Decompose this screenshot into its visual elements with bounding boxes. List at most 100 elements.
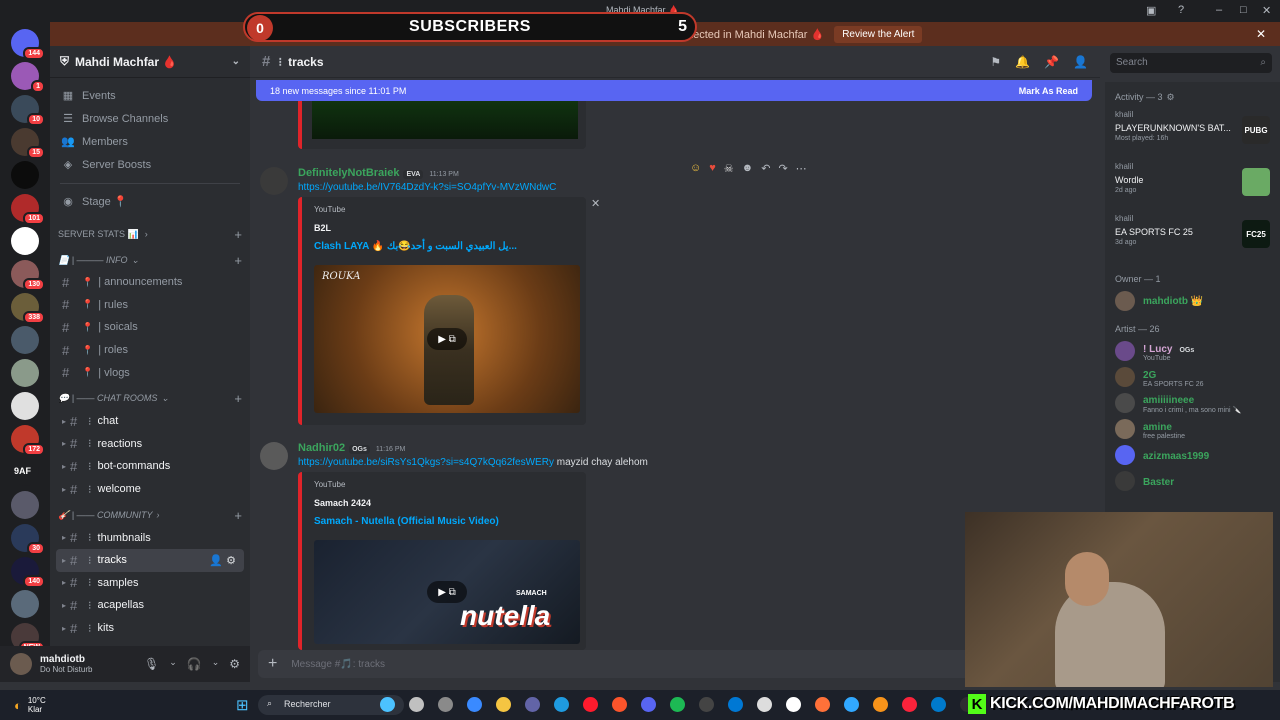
mark-as-read-button[interactable]: Mark As Read	[1019, 86, 1078, 96]
settings-icon[interactable]	[438, 697, 453, 712]
nav-server-boosts[interactable]: ◈ Server Boosts	[50, 153, 250, 176]
brave-icon[interactable]	[612, 697, 627, 712]
server-icon[interactable]	[11, 392, 39, 420]
server-icon[interactable]: 144	[11, 29, 45, 60]
server-icon[interactable]: 101	[11, 194, 45, 225]
server-icon[interactable]	[11, 161, 39, 189]
add-reaction-icon[interactable]: ☻	[742, 162, 754, 175]
spotify-icon[interactable]	[670, 697, 685, 712]
embed-title[interactable]: Clash LAYA 🔥 يل العبيدي السبت و أحد😂بك..…	[314, 241, 517, 252]
server-icon[interactable]: 1	[11, 62, 45, 93]
review-alert-button[interactable]: Review the Alert	[834, 25, 923, 43]
server-icon[interactable]: 338	[11, 293, 45, 324]
avatar[interactable]	[260, 442, 288, 470]
member-owner[interactable]: mahdiotb 👑	[1105, 288, 1280, 314]
headphones-icon[interactable]: 🎧	[187, 657, 202, 671]
threads-icon[interactable]: ⚑	[990, 55, 1001, 69]
inbox-icon[interactable]: ▣	[1146, 4, 1156, 17]
channel-announcements[interactable]: # 📍 | announcements	[50, 271, 250, 294]
avatar[interactable]	[260, 167, 288, 195]
play-icon[interactable]: ▶ ⧉	[427, 328, 467, 350]
copilot-icon[interactable]	[467, 697, 482, 712]
close-window-icon[interactable]: ✕	[1262, 4, 1271, 17]
embed-thumbnail[interactable]	[312, 101, 578, 139]
embed-thumbnail[interactable]: SAMACH nutella ▶ ⧉	[314, 540, 580, 644]
weather-widget[interactable]: ◐ 10°C Klar	[0, 696, 46, 714]
channel-thumbnails[interactable]: ▸ # ⁝ thumbnails	[50, 526, 250, 549]
bell-icon[interactable]: 🔔	[1015, 55, 1030, 69]
message-author[interactable]: Nadhir02 OGs 11:16 PM	[298, 442, 405, 454]
member-list-icon[interactable]: 👤	[1073, 55, 1088, 69]
embed-author[interactable]: B2L	[314, 223, 331, 233]
teams-icon[interactable]	[525, 697, 540, 712]
microphone-icon[interactable]: 🎙	[144, 657, 159, 671]
channel-samples[interactable]: ▸ # ⁝ samples	[50, 572, 250, 595]
server-icon[interactable]: 15	[11, 128, 45, 159]
folder-icon[interactable]	[496, 697, 511, 712]
add-channel-icon[interactable]: +	[234, 227, 242, 242]
search-input[interactable]: Search ⌕	[1110, 53, 1272, 73]
activity-item[interactable]: khalil EA SPORTS FC 25 3d ago FC25	[1105, 210, 1280, 262]
activity-item[interactable]: khalil Wordle 2d ago	[1105, 158, 1280, 210]
help-icon[interactable]: ?	[1178, 4, 1184, 16]
channel-kits[interactable]: ▸ # ⁝ kits	[50, 617, 250, 640]
embed-author[interactable]: Samach 2424	[314, 498, 371, 508]
server-icon[interactable]	[11, 590, 39, 618]
member-item[interactable]: amiiiiineee Fanno i crimi , ma sono mini …	[1105, 390, 1280, 416]
widgets-icon[interactable]	[380, 697, 395, 712]
channel-acapellas[interactable]: ▸ # ⁝ acapellas	[50, 594, 250, 617]
close-alert-icon[interactable]: ✕	[1256, 27, 1266, 41]
music-icon[interactable]	[902, 697, 917, 712]
member-item[interactable]: azizmaas1999	[1105, 442, 1280, 468]
member-item[interactable]: 2G EA SPORTS FC 26	[1105, 364, 1280, 390]
channel-tracks[interactable]: ▸ # ⁝ tracks 👤 ⚙	[56, 548, 244, 572]
chevron-down-icon[interactable]: ⌄	[212, 657, 220, 671]
server-icon[interactable]	[11, 326, 39, 354]
minimize-icon[interactable]: –	[1216, 4, 1222, 16]
reaction-skull-icon[interactable]: ☠	[724, 162, 734, 175]
opera-icon[interactable]	[583, 697, 598, 712]
reaction-laugh-icon[interactable]: ☺	[690, 162, 701, 175]
channel-soicals[interactable]: # 📍 | soicals	[50, 316, 250, 339]
message-author[interactable]: DefinitelyNotBraiek EVA 11:13 PM	[298, 167, 459, 179]
channel-vlogs[interactable]: # 📍 | vlogs	[50, 361, 250, 384]
wallet-icon[interactable]	[873, 697, 888, 712]
vscode-icon[interactable]	[931, 697, 946, 712]
add-channel-icon[interactable]: +	[234, 391, 242, 406]
pin-icon[interactable]: 📌	[1044, 55, 1059, 69]
firefox-icon[interactable]	[815, 697, 830, 712]
activity-item[interactable]: khalil PLAYERUNKNOWN'S BAT... Most played:…	[1105, 106, 1280, 158]
nav-events[interactable]: ▦ Events	[50, 84, 250, 107]
message-link[interactable]: https://youtube.be/IV764DzdY-k?si=SO4pfY…	[298, 182, 556, 193]
message-link[interactable]: https://youtube.be/siRsYs1Qkgs?si=s4Q7kQ…	[298, 457, 554, 468]
server-header[interactable]: ⛨ Mahdi Machfar 🩸 ⌄	[50, 46, 250, 78]
server-icon[interactable]	[11, 359, 39, 387]
reply-icon[interactable]: ↶	[761, 162, 770, 175]
channel-settings-icon[interactable]: 👤 ⚙	[209, 554, 236, 567]
photoshop-icon[interactable]	[844, 697, 859, 712]
windows-start-icon[interactable]: ⊞	[236, 696, 249, 714]
nav-members[interactable]: 👥 Members	[50, 130, 250, 153]
notion-icon[interactable]	[786, 697, 801, 712]
server-icon[interactable]: 9AF	[11, 458, 39, 486]
close-embed-icon[interactable]: ✕	[591, 197, 600, 210]
store-icon[interactable]	[728, 697, 743, 712]
maximize-icon[interactable]: □	[1240, 4, 1247, 16]
edge-icon[interactable]	[554, 697, 569, 712]
play-icon[interactable]: ▶ ⧉	[427, 581, 467, 603]
channel-rules[interactable]: # 📍 | rules	[50, 294, 250, 317]
add-channel-icon[interactable]: +	[234, 253, 242, 268]
discord-icon[interactable]	[641, 697, 656, 712]
category-chat-rooms[interactable]: 💬 | —— CHAT ROOMS ⌄ +	[50, 388, 250, 410]
member-item[interactable]: amine free palestine	[1105, 416, 1280, 442]
server-icon[interactable]	[11, 491, 39, 519]
channel-roles[interactable]: # 📍 | roles	[50, 339, 250, 362]
channel-reactions[interactable]: ▸ # ⁝ reactions	[50, 433, 250, 456]
embed-title[interactable]: Samach - Nutella (Official Music Video)	[314, 516, 499, 527]
embed-thumbnail[interactable]: ROUKA ▶ ⧉	[314, 265, 580, 413]
server-icon[interactable]: 140	[11, 557, 45, 588]
author-name[interactable]: DefinitelyNotBraiek	[298, 167, 399, 179]
server-icon[interactable]	[11, 227, 39, 255]
server-icon[interactable]: 172	[11, 425, 45, 456]
channel-welcome[interactable]: ▸ # ⁝ welcome	[50, 478, 250, 501]
